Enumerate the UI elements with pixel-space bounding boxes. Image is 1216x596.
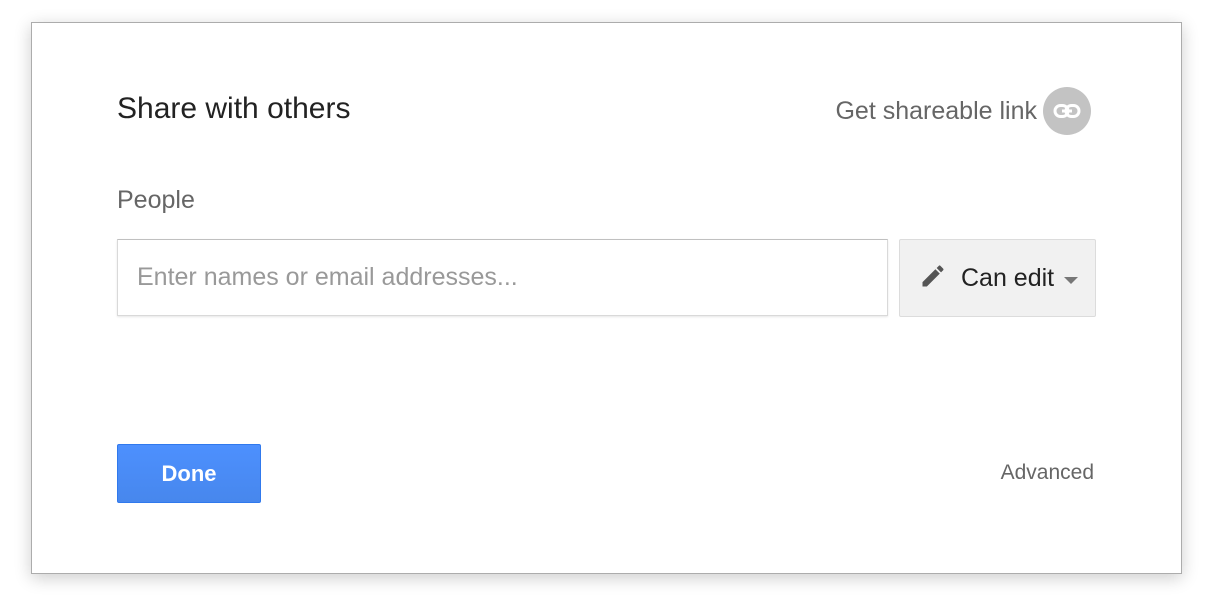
dialog-title: Share with others [117,92,351,125]
advanced-link[interactable]: Advanced [1001,461,1094,485]
permission-label: Can edit [961,263,1055,292]
pencil-icon [919,262,947,295]
chevron-down-icon [1064,276,1079,284]
link-icon[interactable] [1043,87,1091,135]
get-shareable-link[interactable]: Get shareable link [835,87,1091,135]
shareable-link-label: Get shareable link [835,96,1037,125]
people-label: People [117,186,195,214]
people-input[interactable] [117,239,888,316]
permission-dropdown[interactable]: Can edit [899,239,1096,317]
share-dialog: Share with others Get shareable link Peo… [31,22,1182,574]
done-button[interactable]: Done [117,444,261,503]
